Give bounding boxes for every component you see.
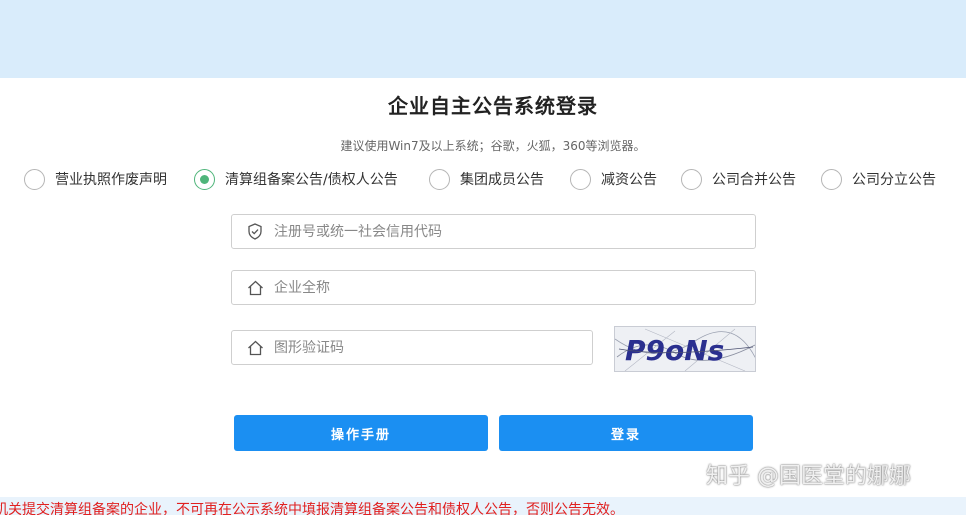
radio-circle[interactable] <box>570 168 591 190</box>
radio-circle[interactable] <box>24 168 45 190</box>
manual-button[interactable]: 操作手册 <box>234 415 488 451</box>
login-page: 企业自主公告系统登录 建议使用Win7及以上系统；谷歌，火狐，360等浏览器。 … <box>0 0 966 515</box>
company-name-input[interactable] <box>274 279 694 296</box>
header-band <box>0 0 966 78</box>
radio-license-void[interactable]: 营业执照作废声明 <box>24 166 167 192</box>
radio-label: 减资公告 <box>601 172 657 188</box>
captcha-text: P9oNs <box>625 334 724 367</box>
browser-hint: 建议使用Win7及以上系统；谷歌，火狐，360等浏览器。 <box>340 139 646 153</box>
radio-circle[interactable] <box>681 168 702 190</box>
watermark-text: 知乎 @国医堂的娜娜 <box>706 464 911 489</box>
warning-band: 机关提交清算组备案的企业，不可再在公示系统中填报清算组备案公告和债权人公告，否则… <box>0 497 966 515</box>
radio-liquidation-notice[interactable]: 清算组备案公告/债权人公告 <box>194 166 398 192</box>
warning-text: 机关提交清算组备案的企业，不可再在公示系统中填报清算组备案公告和债权人公告，否则… <box>0 502 624 515</box>
radio-label: 清算组备案公告/债权人公告 <box>225 172 398 188</box>
captcha-input[interactable] <box>274 339 574 356</box>
shield-icon <box>246 223 264 241</box>
radio-circle[interactable] <box>194 168 215 190</box>
radio-circle[interactable] <box>429 168 450 190</box>
radio-label: 集团成员公告 <box>460 172 544 188</box>
captcha-image[interactable]: P9oNs <box>614 326 756 372</box>
reg-code-field[interactable] <box>231 214 756 249</box>
radio-capital-reduction[interactable]: 减资公告 <box>570 166 657 192</box>
radio-label: 公司分立公告 <box>852 172 936 188</box>
notice-type-group: 营业执照作废声明 清算组备案公告/债权人公告 集团成员公告 减资公告 公司合并公… <box>24 166 954 192</box>
captcha-field[interactable] <box>231 330 593 365</box>
reg-code-input[interactable] <box>274 223 694 240</box>
radio-group-member[interactable]: 集团成员公告 <box>429 166 544 192</box>
company-name-field[interactable] <box>231 270 756 305</box>
radio-merger[interactable]: 公司合并公告 <box>681 166 796 192</box>
radio-label: 公司合并公告 <box>712 172 796 188</box>
home-icon <box>246 339 264 357</box>
radio-circle[interactable] <box>821 168 842 190</box>
radio-division[interactable]: 公司分立公告 <box>821 166 936 192</box>
home-icon <box>246 279 264 297</box>
page-title: 企业自主公告系统登录 <box>388 94 598 118</box>
radio-label: 营业执照作废声明 <box>55 172 167 188</box>
login-button[interactable]: 登录 <box>499 415 753 451</box>
